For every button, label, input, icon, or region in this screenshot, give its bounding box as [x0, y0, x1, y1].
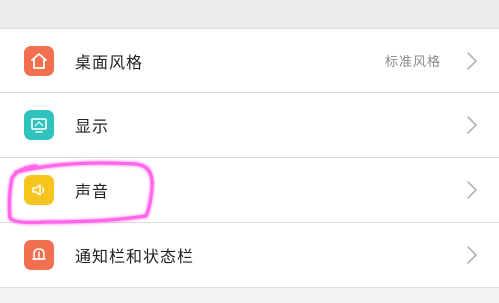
settings-list: 桌面风格 标准风格 显示 声音 通知栏和状态栏 [0, 28, 499, 288]
settings-item-label: 声音 [75, 182, 110, 201]
settings-item-desktop-style[interactable]: 桌面风格 标准风格 [0, 28, 499, 93]
settings-item-label: 通知栏和状态栏 [75, 247, 195, 266]
bottom-strip [0, 290, 499, 303]
chevron-right-icon [467, 246, 477, 264]
top-band [0, 0, 499, 28]
settings-item-sound[interactable]: 声音 [0, 158, 499, 223]
home-icon [24, 45, 54, 76]
settings-screen: 桌面风格 标准风格 显示 声音 通知栏和状态栏 [0, 0, 499, 303]
settings-item-label: 桌面风格 [75, 52, 144, 72]
settings-item-value: 标准风格 [384, 55, 441, 70]
bell-icon [24, 240, 54, 270]
chevron-right-icon [467, 116, 477, 134]
speaker-icon [24, 175, 54, 205]
settings-item-label: 显示 [75, 117, 110, 136]
settings-item-notification-status-bar[interactable]: 通知栏和状态栏 [0, 223, 499, 288]
chevron-right-icon [467, 51, 477, 70]
chevron-right-icon [467, 181, 477, 199]
settings-item-display[interactable]: 显示 [0, 93, 499, 158]
monitor-icon [24, 110, 54, 140]
